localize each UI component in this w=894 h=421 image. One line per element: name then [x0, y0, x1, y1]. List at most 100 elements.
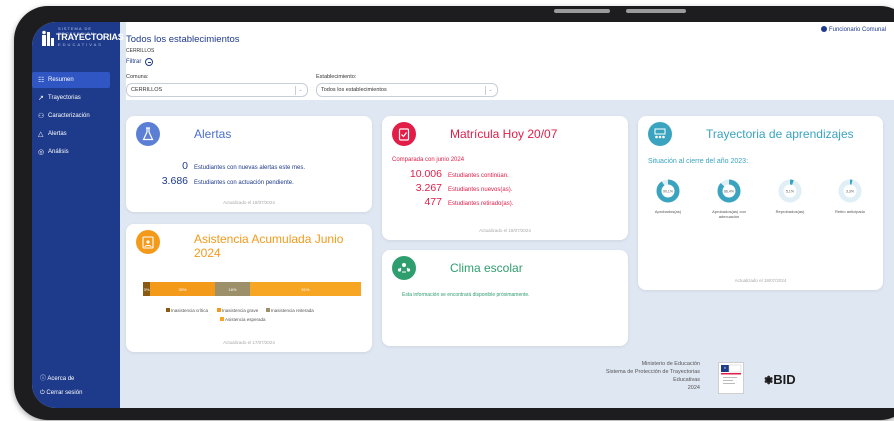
info-icon: ⓘ: [40, 376, 47, 382]
legend-label: Inasistencia reiterada: [271, 308, 314, 313]
card-title: Trayectoria de aprendizajes: [706, 127, 854, 141]
sidebar-item-trayectorias[interactable]: ↗ Trayectorias: [32, 90, 120, 106]
phone-side-button: [626, 9, 686, 13]
calendar-person-icon: [136, 230, 160, 254]
attendance-segment: 3%: [143, 282, 150, 296]
clima-card[interactable]: Clima escolar Esta información se encont…: [382, 250, 628, 346]
sidebar-item-acerca[interactable]: ⓘ Acerca de: [40, 372, 82, 386]
legend-swatch: [266, 308, 270, 312]
updated-text: Actualizado el 18/07/2024: [223, 200, 275, 205]
sidebar-item-label: Análisis: [48, 149, 69, 155]
footer-line: Educativas: [673, 377, 700, 383]
legend-item: Inasistencia reiterada: [266, 308, 314, 313]
donut-label: Retiro anticipado: [834, 209, 866, 214]
app-logo[interactable]: SISTEMA DE PROTECCIÓN TRAYECTORIAS EDUCA…: [42, 24, 124, 50]
segment-label: 51%: [301, 287, 310, 292]
attendance-segment: 51%: [250, 282, 361, 296]
donut-label: Reprobados(as): [775, 209, 805, 214]
donut-value: 86,4%: [724, 190, 734, 194]
sidebar-nav: ☷ Resumen ↗ Trayectorias ⚇ Caracterizaci…: [32, 72, 120, 162]
device-frame-background: SISTEMA DE PROTECCIÓN TRAYECTORIAS EDUCA…: [0, 0, 894, 421]
stat-text: Estudiantes retirado(as).: [448, 201, 514, 207]
compare-text: Comparada con junio 2024: [392, 157, 465, 163]
legend-item: Asistencia esperada: [220, 317, 266, 322]
page-subtitle: CERRILLOS: [126, 48, 155, 54]
bid-logo: ❃BID: [764, 372, 796, 387]
user-icon: [820, 26, 827, 32]
stat-text: Estudiantes nuevos(as).: [448, 187, 513, 193]
sidebar-item-label: Cerrar sesión: [46, 390, 83, 396]
donut-value: 90,1%: [663, 190, 673, 194]
alert-stat-row: 3.686 Estudiantes con actuación pendient…: [126, 175, 294, 187]
sidebar-footer: ⓘ Acerca de ⏻ Cerrar sesión: [40, 372, 82, 400]
people-icon: ⚇: [38, 113, 45, 120]
gobierno-shield-icon: [718, 362, 744, 394]
matricula-card[interactable]: Matrícula Hoy 20/07 Comparada con junio …: [382, 116, 628, 240]
legend-swatch: [166, 308, 170, 312]
legend-swatch: [217, 308, 221, 312]
segment-label: 3%: [143, 287, 150, 292]
donut-value: 3,3%: [846, 190, 854, 194]
stat-text: Estudiantes con actuación pendiente.: [194, 180, 294, 186]
legend-swatch: [220, 317, 224, 321]
donut-aprobados-adecuacion: 86,4%: [717, 179, 741, 203]
alert-stat-row: 0 Estudiantes con nuevas alertas este me…: [126, 160, 305, 172]
logo-figures-icon: [42, 30, 54, 46]
comuna-label: Comuna:: [126, 74, 149, 80]
matricula-stat-row: 477 Estudiantes retirado(as).: [382, 196, 513, 208]
establecimiento-select[interactable]: Todos los establecimientos ⌄: [316, 83, 498, 97]
sidebar-item-logout[interactable]: ⏻ Cerrar sesión: [40, 386, 82, 400]
route-icon: ↗: [38, 95, 44, 102]
stat-number: 10.006: [409, 168, 442, 180]
sidebar-item-label: Trayectorias: [48, 95, 81, 101]
logo-subtitle: EDUCATIVAS: [58, 42, 103, 47]
phone-side-button: [554, 9, 610, 13]
stat-number: 3.686: [161, 175, 188, 187]
legend-label: Inasistencia grave: [222, 308, 259, 313]
card-title-line: Asistencia Acumulada Junio: [194, 232, 344, 246]
user-menu[interactable]: Funcionario Comunal: [820, 26, 886, 33]
matricula-stat-row: 10.006 Estudiantes continúan.: [382, 168, 509, 180]
card-title: Clima escolar: [450, 261, 523, 275]
stat-number: 0: [182, 160, 188, 172]
sidebar-item-alertas[interactable]: △ Alertas: [32, 126, 120, 142]
donut-aprobados: 90,1%: [656, 179, 680, 203]
updated-text: Actualizado el 18/07/2024: [734, 278, 787, 283]
updated-text: Actualizado el 18/07/2024: [479, 228, 531, 233]
sidebar-item-analisis[interactable]: ◎ Análisis: [32, 144, 120, 160]
bid-logo-text: BID: [773, 372, 796, 387]
sidebar: SISTEMA DE PROTECCIÓN TRAYECTORIAS EDUCA…: [32, 22, 124, 408]
sidebar-item-caracterizacion[interactable]: ⚇ Caracterización: [32, 108, 120, 124]
card-title: Alertas: [194, 127, 232, 141]
clima-message: Esta información se encontrará disponibl…: [402, 292, 530, 298]
comuna-select[interactable]: CERRILLOS ⌄: [126, 83, 308, 97]
logo-title: TRAYECTORIAS: [56, 32, 124, 42]
user-name: Funcionario Comunal: [828, 27, 886, 33]
sidebar-item-resumen[interactable]: ☷ Resumen: [32, 72, 110, 88]
sidebar-item-label: Acerca de: [47, 376, 75, 382]
attendance-segment: 16%: [215, 282, 250, 296]
main-content: Funcionario Comunal Todos los establecim…: [126, 22, 894, 408]
attendance-stacked-bar: 3% 30% 16% 51%: [143, 282, 361, 296]
trayectoria-card[interactable]: Trayectoria de aprendizajes Situación al…: [638, 116, 883, 290]
sidebar-item-label: Resumen: [48, 77, 74, 83]
trayectoria-subtitle: Situación al cierre del año 2023:: [648, 158, 749, 165]
chevron-down-icon: ⌄: [485, 86, 495, 95]
legend-item: Inasistencia grave: [217, 308, 258, 313]
classroom-icon: [648, 122, 672, 146]
footer-credits: Ministerio de Educación Sistema de Prote…: [556, 360, 700, 392]
card-title: Asistencia Acumulada Junio 2024: [194, 232, 343, 260]
asistencia-card[interactable]: Asistencia Acumulada Junio 2024 3% 30% 16%…: [126, 224, 372, 352]
segment-label: 16%: [228, 287, 237, 292]
alertas-card[interactable]: Alertas 0 Estudiantes con nuevas alertas…: [126, 116, 372, 212]
segment-label: 30%: [178, 287, 187, 292]
chevron-down-icon: ⌄: [295, 86, 305, 95]
establecimiento-select-value: Todos los establecimientos: [321, 87, 387, 93]
card-title: Matrícula Hoy 20/07: [450, 127, 558, 141]
app-screen: SISTEMA DE PROTECCIÓN TRAYECTORIAS EDUCA…: [32, 22, 894, 408]
flask-icon: [136, 122, 160, 146]
donut-reprobados: 5,1%: [778, 179, 802, 203]
stat-text: Estudiantes continúan.: [448, 173, 509, 179]
sidebar-item-label: Alertas: [48, 131, 67, 137]
filter-toggle[interactable]: Filtrar: [126, 58, 154, 66]
